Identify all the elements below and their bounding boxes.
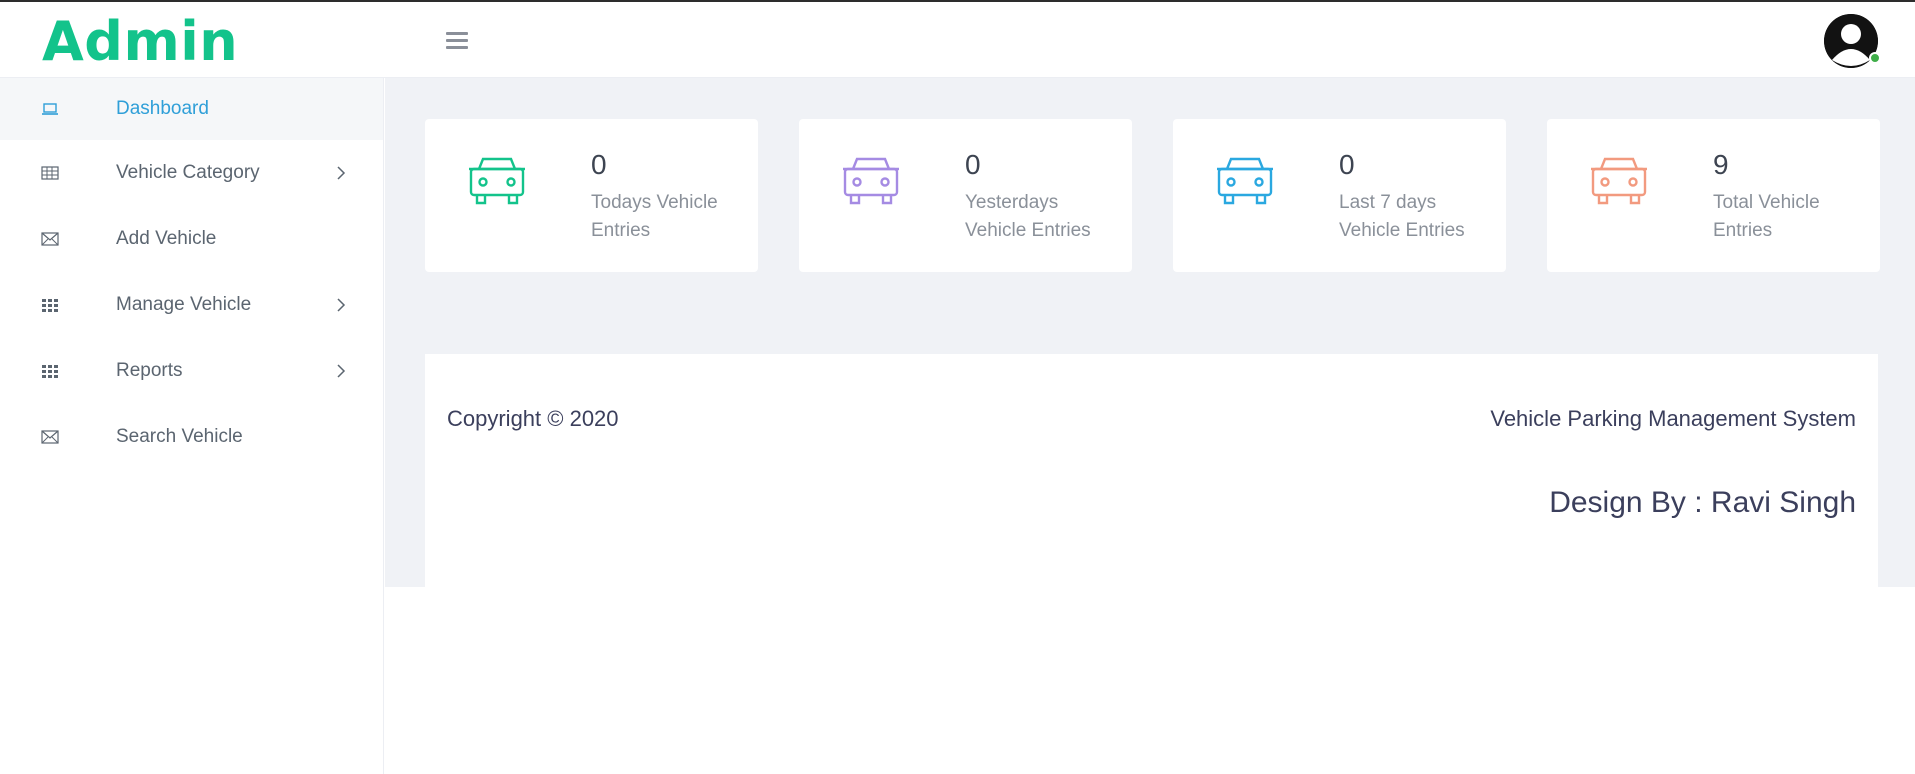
grid-icon: [40, 297, 60, 313]
sidebar-item-label: Search Vehicle: [116, 426, 243, 447]
stat-value: 9: [1713, 149, 1729, 180]
stat-card-last-7-days[interactable]: 0 Last 7 days Vehicle Entries: [1173, 119, 1506, 272]
sidebar-item-manage-vehicle[interactable]: Manage Vehicle: [0, 272, 383, 338]
sidebar-item-label: Reports: [116, 360, 183, 381]
car-icon: [1213, 155, 1277, 209]
car-icon: [1587, 155, 1651, 209]
sidebar-item-label: Vehicle Category: [116, 162, 260, 183]
stat-label: Total Vehicle Entries: [1713, 192, 1820, 241]
stat-value: 0: [591, 149, 607, 180]
sidebar-item-reports[interactable]: Reports: [0, 338, 383, 404]
chevron-right-icon: [334, 297, 348, 313]
car-icon: [839, 155, 903, 209]
hamburger-icon[interactable]: [446, 32, 468, 50]
copyright-text: Copyright © 2020: [447, 406, 619, 431]
chevron-right-icon: [334, 165, 348, 181]
table-icon: [40, 165, 60, 181]
stat-label: Todays Vehicle Entries: [591, 192, 718, 241]
top-bar: Admin: [0, 0, 1915, 78]
stat-value: 0: [965, 149, 981, 180]
stat-label: Last 7 days Vehicle Entries: [1339, 192, 1465, 241]
sidebar: Dashboard Vehicle Category Add Vehicle M…: [0, 78, 384, 774]
brand-logo[interactable]: Admin: [42, 10, 238, 73]
online-status-indicator: [1869, 52, 1881, 64]
sidebar-item-label: Dashboard: [116, 98, 209, 119]
sidebar-item-add-vehicle[interactable]: Add Vehicle: [0, 206, 383, 272]
sidebar-item-search-vehicle[interactable]: Search Vehicle: [0, 404, 383, 470]
footer: Copyright © 2020 Vehicle Parking Managem…: [425, 354, 1878, 587]
chevron-right-icon: [334, 363, 348, 379]
sidebar-item-dashboard[interactable]: Dashboard: [0, 78, 383, 140]
sidebar-item-vehicle-category[interactable]: Vehicle Category: [0, 140, 383, 206]
stat-card-yesterdays[interactable]: 0 Yesterdays Vehicle Entries: [799, 119, 1132, 272]
sidebar-item-label: Manage Vehicle: [116, 294, 252, 315]
grid-icon: [40, 363, 60, 379]
envelope-icon: [40, 429, 60, 445]
stat-card-todays[interactable]: 0 Todays Vehicle Entries: [425, 119, 758, 272]
sidebar-item-label: Add Vehicle: [116, 228, 217, 249]
envelope-icon: [40, 231, 60, 247]
design-credit: Design By : Ravi Singh: [1549, 486, 1856, 519]
stat-card-total[interactable]: 9 Total Vehicle Entries: [1547, 119, 1880, 272]
stat-value: 0: [1339, 149, 1355, 180]
car-icon: [465, 155, 529, 209]
system-name: Vehicle Parking Management System: [1490, 406, 1856, 431]
laptop-icon: [40, 101, 60, 117]
stat-label: Yesterdays Vehicle Entries: [965, 192, 1091, 241]
